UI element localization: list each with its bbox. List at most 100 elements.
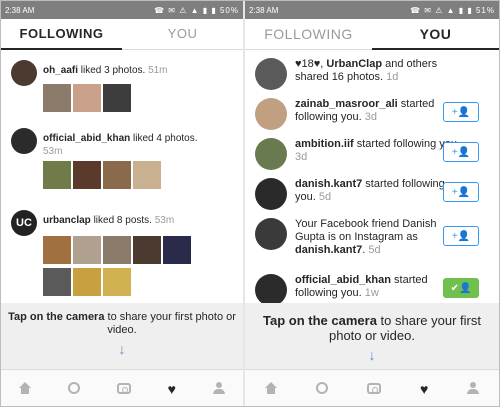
search-icon[interactable] bbox=[68, 381, 81, 397]
share-prompt[interactable]: Tap on the camera to share your first ph… bbox=[245, 303, 499, 369]
profile-icon[interactable] bbox=[467, 381, 480, 397]
avatar[interactable]: UC bbox=[11, 210, 37, 236]
username[interactable]: danish.kant7 bbox=[295, 244, 362, 256]
avatar[interactable] bbox=[255, 274, 287, 306]
photo-thumbnail[interactable] bbox=[163, 236, 191, 264]
list-item[interactable]: zainab_masroor_ali started following you… bbox=[255, 98, 491, 134]
username[interactable]: official_abid_khan bbox=[43, 133, 130, 144]
photo-thumbnails bbox=[43, 268, 131, 296]
activity-label: liked 3 photos. bbox=[78, 65, 146, 76]
timestamp: 53m bbox=[43, 146, 63, 157]
avatar[interactable] bbox=[11, 128, 37, 154]
home-icon[interactable] bbox=[264, 381, 277, 397]
activity-text: ambition.iif started following you. 3d bbox=[295, 138, 465, 164]
list-item[interactable]: Your Facebook friend Danish Gupta is on … bbox=[255, 218, 491, 268]
arrow-down-icon: ↓ bbox=[368, 347, 376, 363]
avatar[interactable] bbox=[255, 98, 287, 130]
photo-thumbnail[interactable] bbox=[43, 161, 71, 189]
camera-icon[interactable] bbox=[116, 381, 131, 397]
follow-button[interactable]: +👤 bbox=[443, 142, 479, 162]
activity-tabs: FOLLOWING YOU bbox=[245, 19, 499, 50]
list-item[interactable]: oh_aafi liked 3 photos. 51m bbox=[11, 60, 235, 132]
photo-thumbnails bbox=[43, 161, 161, 189]
share-prompt[interactable]: Tap on the camera to share your first ph… bbox=[1, 303, 243, 369]
home-icon[interactable] bbox=[19, 381, 32, 397]
photo-thumbnail[interactable] bbox=[43, 236, 71, 264]
search-icon[interactable] bbox=[315, 381, 328, 397]
share-prompt-rest: to share your first photo or video. bbox=[104, 311, 236, 336]
status-time: 2:38 AM bbox=[249, 5, 279, 15]
username[interactable]: ambition.iif bbox=[295, 138, 354, 150]
share-prompt-text: Tap on the camera to share your first ph… bbox=[1, 303, 243, 337]
activity-text: Your Facebook friend Danish Gupta is on … bbox=[295, 218, 465, 257]
photo-thumbnail[interactable] bbox=[133, 161, 161, 189]
list-item[interactable]: ambition.iif started following you. 3d +… bbox=[255, 138, 491, 174]
you-screen: 2:38 AM ☎ ✉ ⚠ ▲ ▮ ▮ 51% FOLLOWING YOU ♥1… bbox=[245, 1, 499, 406]
username[interactable]: official_abid_khan bbox=[295, 274, 391, 286]
share-prompt-bold: Tap on the camera bbox=[263, 313, 377, 328]
avatar[interactable] bbox=[255, 58, 287, 90]
follow-button[interactable]: +👤 bbox=[443, 102, 479, 122]
follow-button[interactable]: +👤 bbox=[443, 226, 479, 246]
following-button[interactable]: ✔👤 bbox=[443, 278, 479, 298]
heart-icon[interactable]: ♥ bbox=[168, 381, 176, 397]
timestamp: 5d bbox=[368, 244, 381, 256]
photo-thumbnail[interactable] bbox=[43, 84, 71, 112]
username[interactable]: UrbanClap bbox=[326, 58, 382, 70]
activity-label: . bbox=[362, 244, 366, 256]
avatar[interactable] bbox=[255, 178, 287, 210]
photo-thumbnail[interactable] bbox=[73, 84, 101, 112]
photo-thumbnail[interactable] bbox=[73, 236, 101, 264]
activity-text: zainab_masroor_ali started following you… bbox=[295, 98, 465, 124]
activity-label: liked 8 posts. bbox=[90, 215, 152, 226]
tab-following[interactable]: FOLLOWING bbox=[245, 19, 372, 49]
timestamp: 1d bbox=[386, 71, 399, 83]
activity-prefix: ♥18♥, bbox=[295, 58, 327, 70]
bottom-nav: ♥ bbox=[1, 369, 243, 406]
avatar[interactable] bbox=[11, 60, 37, 86]
activity-prefix: Your Facebook friend Danish Gupta is on … bbox=[295, 218, 437, 243]
photo-thumbnails bbox=[43, 236, 191, 264]
tab-following[interactable]: FOLLOWING bbox=[1, 19, 122, 50]
username[interactable]: urbanclap bbox=[43, 215, 91, 226]
activity-label: liked 4 photos. bbox=[130, 133, 198, 144]
status-icons: ☎ ✉ ⚠ ▲ ▮ ▮ 51% bbox=[410, 5, 495, 15]
username[interactable]: oh_aafi bbox=[43, 65, 78, 76]
avatar[interactable] bbox=[255, 218, 287, 250]
timestamp: 3d bbox=[364, 111, 377, 123]
username[interactable]: zainab_masroor_ali bbox=[295, 98, 398, 110]
photo-thumbnail[interactable] bbox=[73, 268, 101, 296]
photo-thumbnail[interactable] bbox=[103, 236, 131, 264]
timestamp: 1w bbox=[364, 287, 379, 299]
photo-thumbnail[interactable] bbox=[73, 161, 101, 189]
timestamp: 3d bbox=[295, 151, 308, 163]
photo-thumbnail[interactable] bbox=[103, 161, 131, 189]
heart-icon[interactable]: ♥ bbox=[420, 381, 428, 397]
tab-you[interactable]: YOU bbox=[122, 19, 243, 49]
username[interactable]: danish.kant7 bbox=[295, 178, 362, 190]
follow-button[interactable]: +👤 bbox=[443, 182, 479, 202]
photo-thumbnails bbox=[43, 84, 131, 112]
photo-thumbnail[interactable] bbox=[43, 268, 71, 296]
camera-icon[interactable] bbox=[366, 381, 381, 397]
activity-tabs: FOLLOWING YOU bbox=[1, 19, 243, 50]
status-icons: ☎ ✉ ⚠ ▲ ▮ ▮ 50% bbox=[154, 5, 239, 15]
list-item[interactable]: official_abid_khan liked 4 photos. 53m bbox=[11, 128, 235, 208]
app-frame: 2:38 AM ☎ ✉ ⚠ ▲ ▮ ▮ 50% FOLLOWING YOU oh… bbox=[0, 0, 500, 407]
profile-icon[interactable] bbox=[212, 381, 225, 397]
avatar[interactable] bbox=[255, 138, 287, 170]
following-screen: 2:38 AM ☎ ✉ ⚠ ▲ ▮ ▮ 50% FOLLOWING YOU oh… bbox=[1, 1, 243, 406]
status-bar: 2:38 AM ☎ ✉ ⚠ ▲ ▮ ▮ 51% bbox=[245, 1, 499, 19]
activity-text: official_abid_khan liked 4 photos. 53m bbox=[43, 132, 235, 158]
activity-text: oh_aafi liked 3 photos. 51m bbox=[43, 64, 235, 77]
photo-thumbnail[interactable] bbox=[103, 268, 131, 296]
list-item[interactable]: ♥18♥, UrbanClap and others shared 16 pho… bbox=[255, 58, 491, 94]
activity-text: danish.kant7 started following you. 5d bbox=[295, 178, 465, 204]
timestamp: 51m bbox=[148, 65, 168, 76]
timestamp: 53m bbox=[154, 215, 175, 226]
photo-thumbnail[interactable] bbox=[133, 236, 161, 264]
activity-text: urbanclap liked 8 posts. 53m bbox=[43, 214, 235, 227]
list-item[interactable]: danish.kant7 started following you. 5d +… bbox=[255, 178, 491, 214]
photo-thumbnail[interactable] bbox=[103, 84, 131, 112]
tab-you[interactable]: YOU bbox=[372, 19, 499, 50]
